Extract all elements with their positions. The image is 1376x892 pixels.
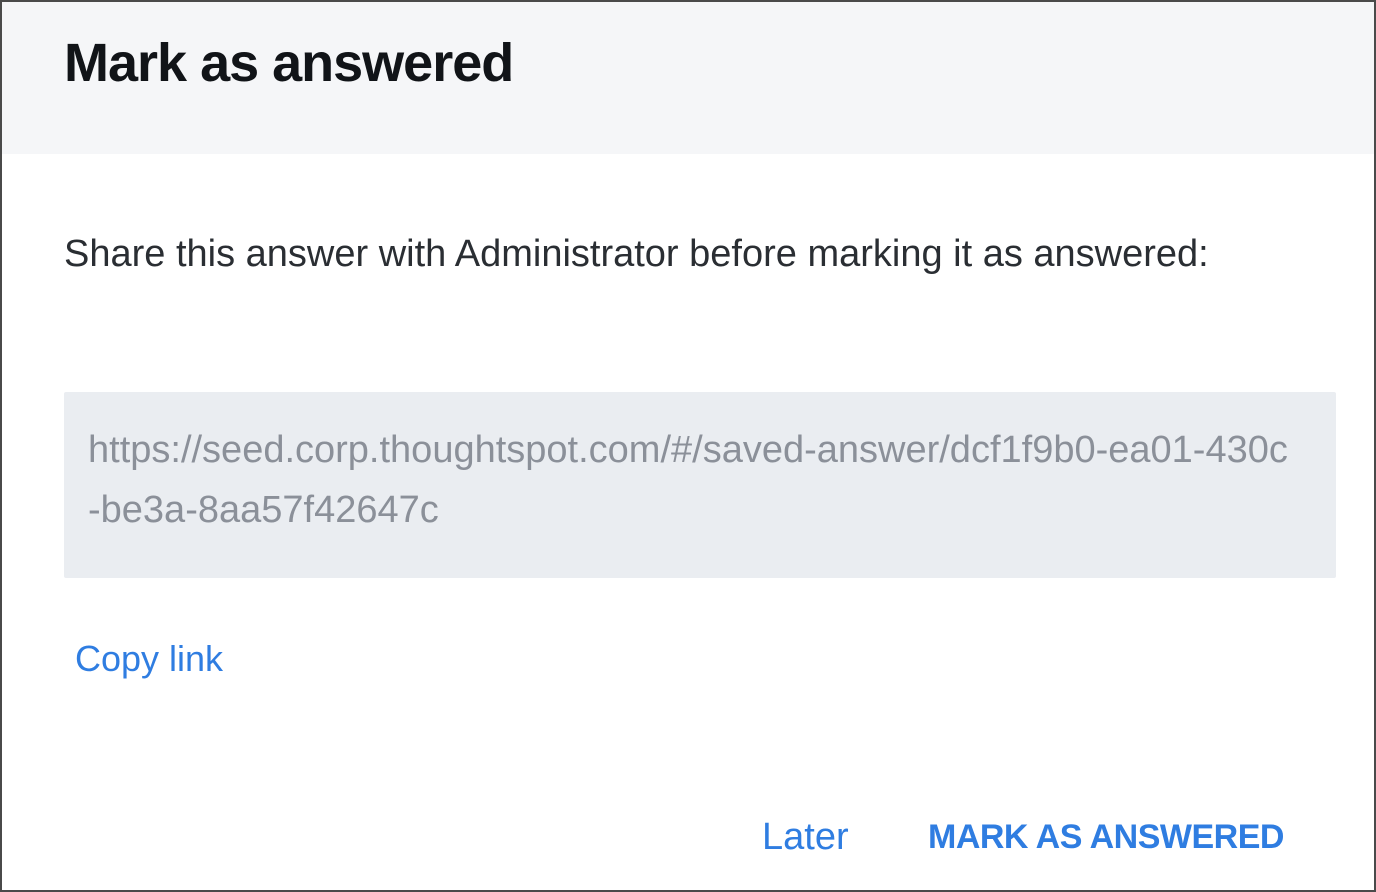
mark-as-answered-dialog: Mark as answered Share this answer with …: [0, 0, 1376, 892]
copy-link-button[interactable]: Copy link: [75, 634, 223, 684]
share-link-box[interactable]: https://seed.corp.thoughtspot.com/#/save…: [64, 392, 1336, 578]
dialog-title: Mark as answered: [64, 33, 514, 93]
share-link-url[interactable]: https://seed.corp.thoughtspot.com/#/save…: [88, 420, 1288, 540]
share-instruction-text: Share this answer with Administrator bef…: [64, 233, 1209, 275]
mark-as-answered-button[interactable]: MARK AS ANSWERED: [928, 810, 1284, 864]
dialog-header: Mark as answered: [2, 2, 1374, 154]
later-button[interactable]: Later: [762, 810, 849, 864]
